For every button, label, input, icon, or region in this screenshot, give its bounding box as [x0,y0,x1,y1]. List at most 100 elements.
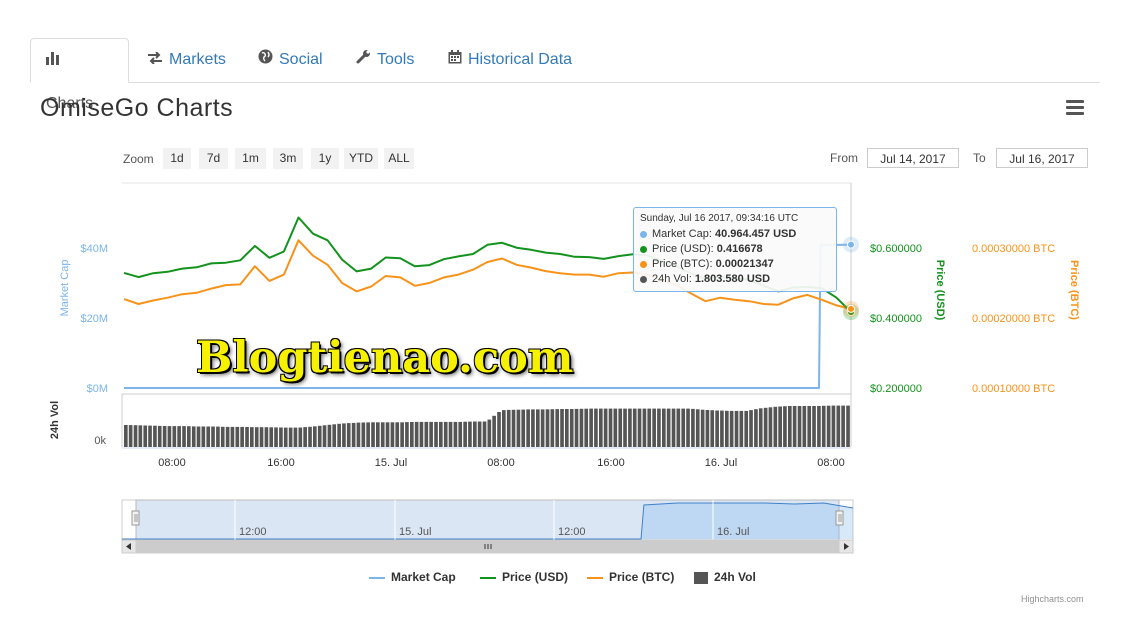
price-usd-tick: $0.600000 [870,243,922,255]
volume-bar [797,406,802,447]
volume-bar [269,427,274,447]
volume-bar [846,405,850,447]
volume-bar [124,425,128,447]
volume-bar [216,426,220,447]
tooltip-value: 1.803.580 USD [694,273,771,285]
price-btc-tick: 0.00010000 BTC [972,383,1055,395]
volume-bar [749,410,753,447]
highcharts-credits-link[interactable]: Highcharts.com [1021,594,1084,604]
volume-bar [642,408,647,447]
volume-bar [395,422,400,447]
volume-bar [133,425,138,447]
volume-bar [332,424,337,447]
volume-bar [531,409,535,447]
price-btc-tick: 0.00020000 BTC [972,313,1055,325]
volume-bar [812,406,816,447]
volume-bar [788,406,792,447]
tooltip-label: Price (BTC) [652,258,710,270]
volume-bar [758,408,763,447]
legend-item-market-cap[interactable]: Market Cap [369,570,456,584]
volume-bar [259,427,264,447]
legend-item-price-usd[interactable]: Price (USD) [480,570,568,584]
volume-bar [506,409,511,447]
volume-bar [666,408,671,447]
volume-bar [153,425,157,447]
volume-bar [148,425,152,447]
volume-bar [608,408,613,447]
volume-bar [841,405,845,447]
volume-bar [298,427,303,447]
volume-bar [405,422,409,447]
volume-bar [754,409,758,447]
volume-bar [579,408,584,447]
volume-bar [569,409,574,447]
volume-bar [240,426,244,447]
volume-bar [453,421,458,447]
volume-bar [623,408,627,447]
volume-bar [414,421,419,447]
volume-bar [792,406,797,447]
volume-bar [715,410,719,447]
volume-bar [778,406,782,447]
volume-bar [196,426,201,447]
volume-bar [128,425,133,447]
volume-bar [187,426,191,447]
volume-bar [521,409,526,447]
price-chart[interactable]: Market Cap Price (USD) Price (BTC) 24h V… [0,0,1144,624]
market-cap-tick: $0M [87,383,108,395]
volume-bar [831,405,836,447]
volume-bar [143,425,148,447]
volume-bar [560,409,564,447]
x-tick: 16:00 [267,457,295,469]
volume-bar [710,410,715,447]
volume-bar [540,409,545,447]
tooltip-header: Sunday, Jul 16 2017, 09:34:16 UTC [640,213,799,224]
volume-bar [225,426,230,447]
tooltip-value: 0.416678 [716,243,763,255]
volume-bar [458,421,463,447]
volume-bar [220,426,225,447]
volume-tick: 0k [94,435,106,447]
tooltip-row: Price (BTC): 0.00021347 [640,257,830,272]
legend-item-price-btc[interactable]: Price (BTC) [587,570,674,584]
volume-bar [768,407,773,447]
volume-bar [245,427,249,447]
volume-bar [502,410,506,447]
volume-bar [201,426,206,447]
volume-bar [725,410,729,447]
volume-bar [473,421,477,447]
volume-bar [380,422,385,447]
volume-bar [492,415,496,447]
volume-bar [138,425,143,447]
market-cap-axis-title: Market Cap [59,260,71,317]
legend-symbol [694,571,708,584]
legend-item-24h-vol[interactable]: 24h Vol [694,570,756,584]
price-btc-tick: 0.00030000 BTC [972,243,1055,255]
volume-bar [448,421,453,447]
tooltip-row: Price (USD): 0.416678 [640,242,830,257]
volume-bar [279,427,283,447]
x-tick: 15. Jul [375,457,407,469]
volume-bar [657,408,661,447]
x-tick: 16. Jul [705,457,737,469]
volume-bar [773,406,778,447]
volume-bar [807,406,812,447]
volume-bar [526,409,530,447]
volume-bars [124,405,850,447]
volume-bar [366,422,370,447]
legend-label: Price (USD) [502,570,569,584]
legend-label: 24h Vol [714,570,756,584]
chart-legend: Market Cap Price (USD) Price (BTC) 24h V… [0,570,1144,586]
volume-bar [254,427,259,447]
volume-bar [303,427,307,447]
legend-label: Price (BTC) [609,570,675,584]
chart-tooltip: Sunday, Jul 16 2017, 09:34:16 UTC Market… [633,207,837,292]
volume-bar [536,409,540,447]
volume-bar [599,408,603,447]
volume-bar [720,410,724,447]
volume-bar [317,425,322,447]
volume-bar [322,425,327,447]
volume-bar [652,408,656,447]
volume-bar [371,422,375,447]
volume-bar [691,408,695,447]
